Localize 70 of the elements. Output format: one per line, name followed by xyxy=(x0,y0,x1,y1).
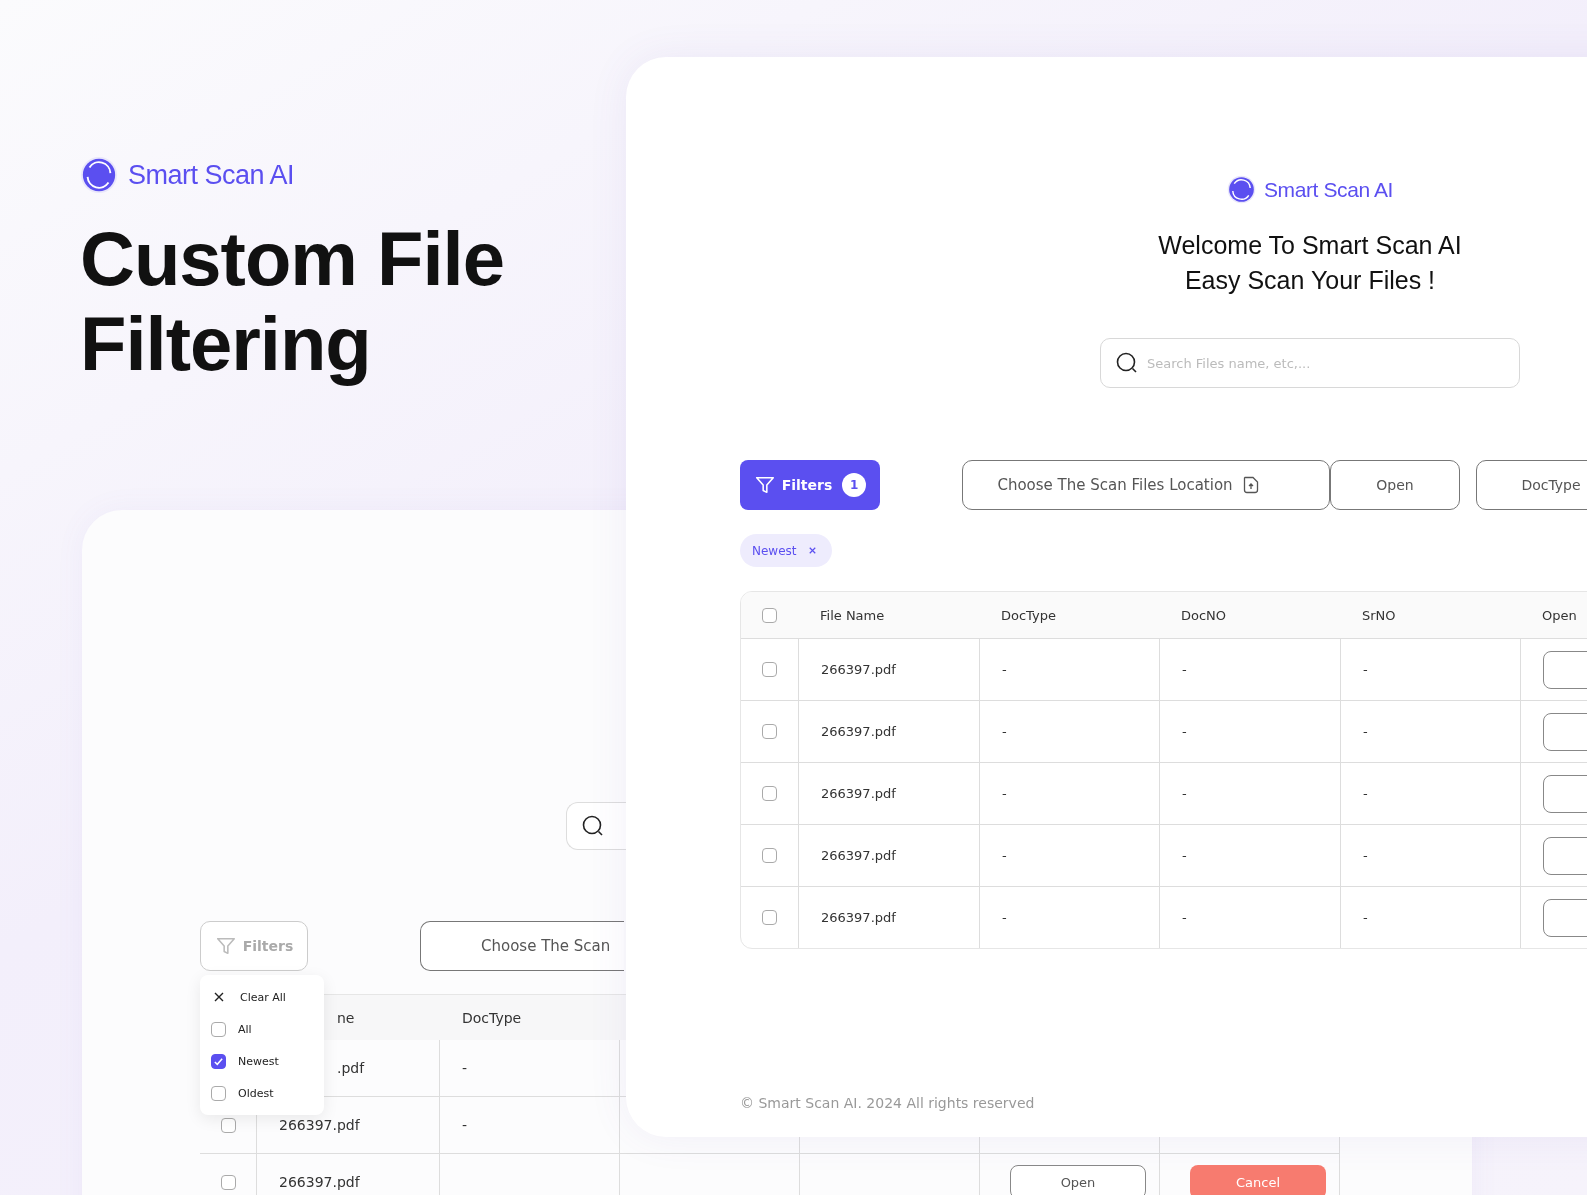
table-cell: - xyxy=(1363,910,1368,925)
table-cell: - xyxy=(1182,910,1187,925)
file-name: 266397.pdf xyxy=(821,848,896,863)
checkbox[interactable] xyxy=(220,1174,236,1190)
table-cell: - xyxy=(462,1117,468,1133)
table-cell: - xyxy=(1182,662,1187,677)
checkbox[interactable] xyxy=(211,1021,226,1037)
doctype-button[interactable]: DocType xyxy=(1476,460,1587,510)
filter-icon xyxy=(214,935,237,957)
close-icon[interactable] xyxy=(213,991,225,1003)
filter-option[interactable]: Newest xyxy=(238,1054,279,1068)
table-cell: - xyxy=(1002,910,1007,925)
open-button[interactable]: Open xyxy=(1010,1165,1146,1195)
logo-icon xyxy=(1227,175,1256,204)
column-header: DocType xyxy=(462,1009,522,1026)
table-cell: - xyxy=(1002,662,1007,677)
table-cell: - xyxy=(1182,848,1187,863)
location-button[interactable]: Choose The Scan Files Location xyxy=(962,460,1330,510)
checkbox[interactable] xyxy=(762,724,777,739)
checkbox[interactable] xyxy=(211,1085,226,1101)
filter-chip[interactable]: Newest xyxy=(740,534,832,567)
table-cell: - xyxy=(1363,786,1368,801)
column-header: DocType xyxy=(1001,607,1056,623)
column-header: ne xyxy=(337,1009,355,1026)
file-name: 266397.pdf xyxy=(821,786,896,801)
brand-name: Smart Scan AI xyxy=(1264,177,1393,202)
search-icon xyxy=(1115,351,1139,375)
table-cell: - xyxy=(1002,724,1007,739)
filter-icon xyxy=(753,474,776,496)
search-field[interactable] xyxy=(566,802,626,850)
column-header: Open xyxy=(1542,607,1577,623)
column-header: DocNO xyxy=(1181,607,1227,623)
column-header: File Name xyxy=(820,607,885,623)
welcome-heading: Easy Scan Your Files ! xyxy=(1184,265,1436,296)
checkbox[interactable] xyxy=(220,1117,236,1133)
headline: Custom File xyxy=(80,216,504,301)
checkbox[interactable] xyxy=(211,1053,226,1069)
checkbox[interactable] xyxy=(762,607,777,623)
table-cell: - xyxy=(462,1060,468,1076)
location-button[interactable]: Choose The Scan xyxy=(420,921,624,971)
table-cell: - xyxy=(1182,786,1187,801)
checkbox[interactable] xyxy=(762,848,777,863)
table-cell: - xyxy=(1363,724,1368,739)
file-name: 266397.pdf xyxy=(279,1117,360,1133)
filter-count-badge: 1 xyxy=(842,473,867,497)
filters-button[interactable]: Filters 1 xyxy=(740,460,880,510)
checkbox[interactable] xyxy=(762,786,777,801)
table-cell: - xyxy=(1363,662,1368,677)
clear-all-link[interactable]: Clear All xyxy=(240,990,286,1004)
file-name: 266397.pdf xyxy=(821,662,896,677)
checkbox[interactable] xyxy=(762,662,777,677)
logo-icon xyxy=(80,156,118,194)
filter-option[interactable]: All xyxy=(238,1022,252,1036)
brand-name: Smart Scan AI xyxy=(128,159,295,191)
file-name: 266397.pdf xyxy=(821,724,896,739)
table-cell: - xyxy=(1002,786,1007,801)
copyright-text: © Smart Scan AI. 2024 All rights reserved xyxy=(740,1095,1036,1111)
table-cell: - xyxy=(1002,848,1007,863)
open-button[interactable]: Open xyxy=(1330,460,1460,510)
search-icon xyxy=(581,814,605,838)
file-name: 266397.pdf xyxy=(279,1174,360,1190)
filter-option[interactable]: Oldest xyxy=(238,1086,274,1100)
file-name: 266397.pdf xyxy=(821,910,896,925)
checkbox[interactable] xyxy=(762,910,777,925)
file-name: .pdf xyxy=(337,1060,365,1076)
table-cell: - xyxy=(1363,848,1368,863)
welcome-heading: Welcome To Smart Scan AI xyxy=(1158,230,1462,261)
table-cell: - xyxy=(1182,724,1187,739)
column-header: SrNO xyxy=(1362,607,1396,623)
headline: Filtering xyxy=(80,301,371,386)
